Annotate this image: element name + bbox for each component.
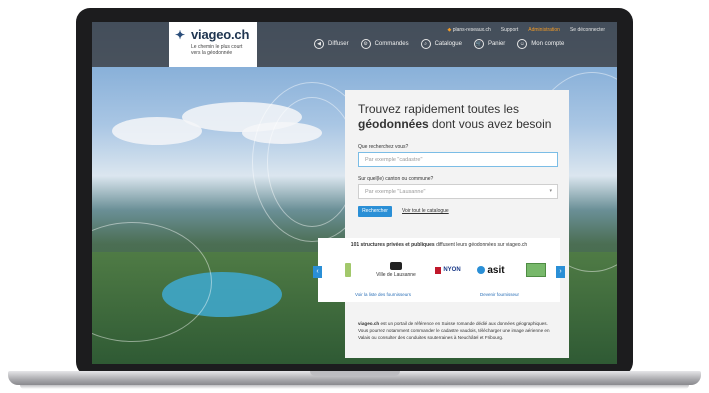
- where-select[interactable]: Par exemple "Lausanne" ▾: [358, 184, 558, 199]
- lausanne-crest-icon: [390, 262, 402, 270]
- where-label: Sur quel(le) canton ou commune?: [358, 176, 434, 182]
- nav-label: Panier: [487, 41, 506, 47]
- provider-list-link[interactable]: Voir la liste des fournisseurs: [355, 292, 411, 297]
- partners-title: 101 structures privées et publiques diff…: [318, 242, 560, 248]
- nyon-flag-icon: [435, 266, 442, 274]
- carousel-prev-button[interactable]: ‹: [313, 266, 322, 278]
- screen: ✦ viageo.ch Le chemin le plus court vers…: [92, 22, 617, 364]
- site-header: ✦ viageo.ch Le chemin le plus court vers…: [92, 22, 617, 67]
- admin-link[interactable]: Administration: [528, 27, 560, 33]
- top-links: ◆ plans-reseaux.ch Support Administratio…: [447, 27, 605, 33]
- logo-mark-icon: ✦: [175, 28, 186, 42]
- nav-label: Mon compte: [531, 41, 565, 47]
- cart-circle-icon: 🛒: [473, 39, 484, 49]
- carousel-next-button[interactable]: ›: [556, 266, 565, 278]
- laptop-notch: [310, 371, 400, 376]
- what-label: Que recherchez vous?: [358, 144, 409, 150]
- plans-reseaux-label: plans-reseaux.ch: [452, 27, 491, 33]
- partner-logo-small[interactable]: [345, 263, 351, 277]
- support-link[interactable]: Support: [501, 27, 519, 33]
- search-circle-icon: ⌕: [420, 39, 431, 49]
- arrow-left-circle-icon: ◀: [314, 39, 324, 49]
- logo-text-light: via: [191, 27, 209, 42]
- partner-nyon-label: NYON: [443, 267, 461, 273]
- main-nav: ◀ Diffuser ⚙ Commandes ⌕ Catalogue 🛒 Pan…: [314, 39, 564, 49]
- plans-reseaux-link[interactable]: ◆ plans-reseaux.ch: [447, 27, 490, 33]
- partner-asit-label: asit: [487, 264, 505, 276]
- partner-logo-green[interactable]: [526, 263, 546, 277]
- chevron-down-icon: ▾: [549, 188, 552, 194]
- partners-count: 101 structures privées et publiques: [350, 242, 435, 248]
- about-brand: viageo.ch: [358, 321, 380, 326]
- hero-title-bold: géodonnées: [358, 117, 429, 131]
- partner-logo-lausanne[interactable]: Ville de Lausanne: [376, 260, 416, 280]
- about-body: est un portail de référence en Suisse ro…: [358, 321, 550, 340]
- nav-mon-compte[interactable]: ☺ Mon compte: [517, 39, 564, 49]
- what-input[interactable]: Par exemple "cadastre": [358, 152, 558, 167]
- logo-tagline: Le chemin le plus court vers la géodonné…: [191, 44, 243, 56]
- nav-catalogue[interactable]: ⌕ Catalogue: [420, 39, 462, 49]
- nav-diffuser[interactable]: ◀ Diffuser: [314, 39, 349, 49]
- nav-label: Diffuser: [328, 41, 349, 47]
- partners-count-rest: diffusent leurs géodonnées sur viageo.ch: [436, 242, 528, 248]
- become-provider-link[interactable]: Devenir fournisseur: [480, 292, 519, 297]
- partner-logo-nyon[interactable]: NYON: [432, 263, 464, 277]
- partner-lausanne-label: Ville de Lausanne: [376, 272, 416, 278]
- nav-label: Catalogue: [434, 41, 462, 47]
- nav-commandes[interactable]: ⚙ Commandes: [360, 39, 409, 49]
- gear-circle-icon: ⚙: [360, 39, 371, 49]
- about-text: viageo.ch est un portail de référence en…: [358, 320, 558, 341]
- logo-text-bold: geo.ch: [208, 27, 250, 42]
- logout-link[interactable]: Se déconnecter: [570, 27, 605, 33]
- search-card: Trouvez rapidement toutes les géodonnées…: [345, 90, 569, 358]
- logo[interactable]: ✦ viageo.ch Le chemin le plus court vers…: [169, 22, 257, 67]
- hero-title: Trouvez rapidement toutes les géodonnées…: [358, 102, 563, 132]
- topo-line: [267, 97, 357, 227]
- laptop-shadow: [20, 385, 689, 389]
- search-button[interactable]: Rechercher: [358, 206, 392, 217]
- nav-panier[interactable]: 🛒 Panier: [473, 39, 506, 49]
- logo-text: viageo.ch: [191, 27, 249, 42]
- user-circle-icon: ☺: [517, 39, 528, 49]
- hero-title-part1: Trouvez rapidement toutes les: [358, 102, 519, 116]
- catalog-link[interactable]: Voir tout le catalogue: [402, 208, 449, 214]
- partner-logo-asit[interactable]: asit: [471, 263, 511, 277]
- nav-label: Commandes: [374, 41, 409, 47]
- where-select-placeholder: Par exemple "Lausanne": [365, 189, 426, 195]
- partners-panel: 101 structures privées et publiques diff…: [313, 238, 565, 302]
- hero-title-part2: dont vous avez besoin: [432, 117, 552, 131]
- asit-dots-icon: [477, 266, 486, 274]
